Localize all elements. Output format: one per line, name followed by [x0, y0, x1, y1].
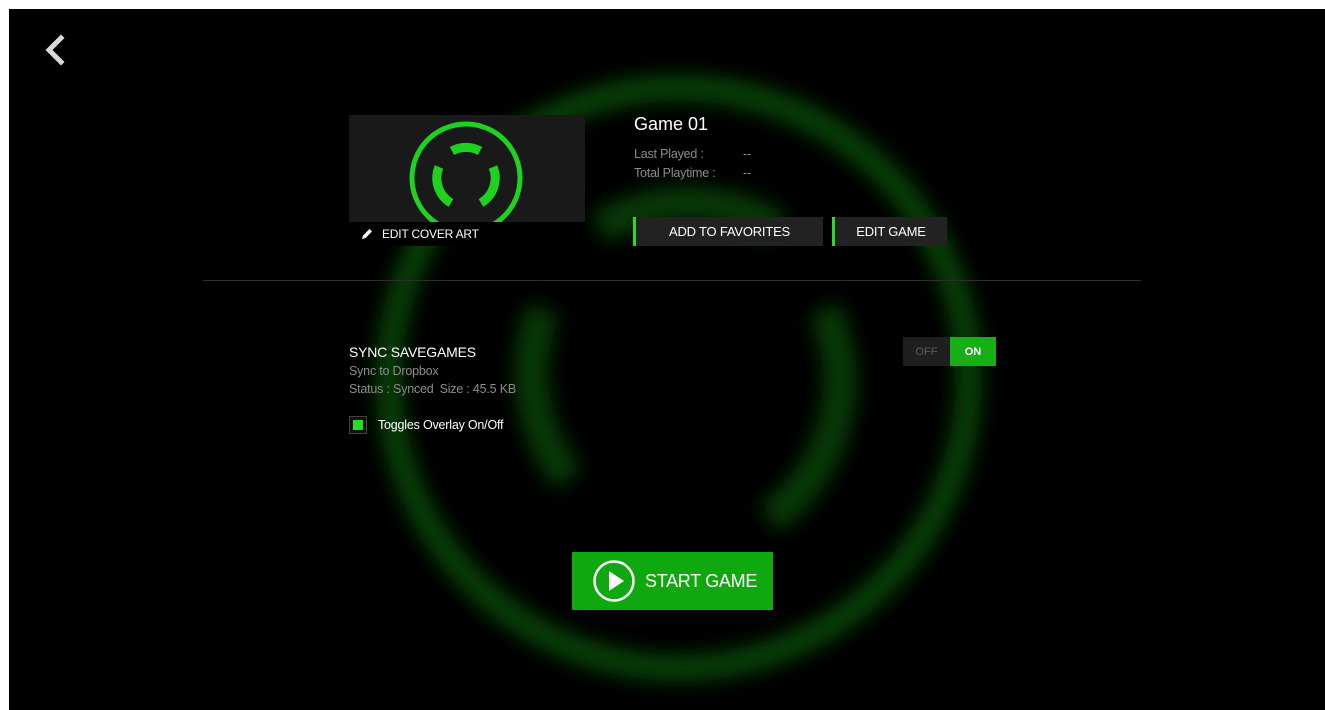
start-game-label: START GAME	[645, 570, 758, 591]
game-cover-art[interactable]: EDIT COVER ART	[349, 115, 585, 246]
pencil-icon	[362, 229, 372, 239]
divider	[203, 280, 1141, 281]
back-button[interactable]	[39, 33, 73, 67]
game-title: Game 01	[634, 114, 709, 134]
sync-savegames-title: SYNC SAVEGAMES	[349, 344, 476, 360]
edit-game-button[interactable]: EDIT GAME	[832, 217, 947, 246]
game-detail-window: EDIT COVER ART Game 01 Last Played : -- T…	[9, 9, 1325, 710]
overlay-option: Toggles Overlay On/Off	[349, 416, 503, 434]
last-played-row: Last Played : --	[634, 147, 751, 161]
edit-cover-art-button[interactable]: EDIT COVER ART	[349, 222, 585, 246]
overlay-checkbox[interactable]	[349, 416, 367, 434]
total-playtime-row: Total Playtime : --	[634, 166, 751, 180]
sync-provider-label: Sync to Dropbox	[349, 364, 439, 378]
play-icon	[593, 560, 635, 602]
sync-status-row: Status : Synced Size : 45.5 KB	[349, 382, 516, 396]
sync-size-text: Size : 45.5 KB	[439, 382, 517, 396]
toggle-on-option[interactable]: ON	[950, 337, 996, 366]
overlay-checkbox-label: Toggles Overlay On/Off	[378, 418, 504, 432]
last-played-label: Last Played :	[634, 147, 704, 161]
toggle-off-option[interactable]: OFF	[903, 337, 950, 366]
add-to-favorites-button[interactable]: ADD TO FAVORITES	[633, 217, 823, 246]
sync-toggle[interactable]: OFF ON	[903, 337, 996, 366]
last-played-value: --	[743, 147, 751, 161]
total-playtime-value: --	[743, 166, 751, 180]
checkbox-checked-indicator	[353, 420, 363, 430]
game-logo-icon	[409, 121, 523, 235]
total-playtime-label: Total Playtime :	[634, 166, 716, 180]
chevron-left-icon	[45, 34, 65, 66]
edit-cover-art-label: EDIT COVER ART	[382, 227, 479, 241]
start-game-button[interactable]: START GAME	[572, 552, 773, 610]
sync-status-text: Status : Synced	[349, 382, 434, 396]
